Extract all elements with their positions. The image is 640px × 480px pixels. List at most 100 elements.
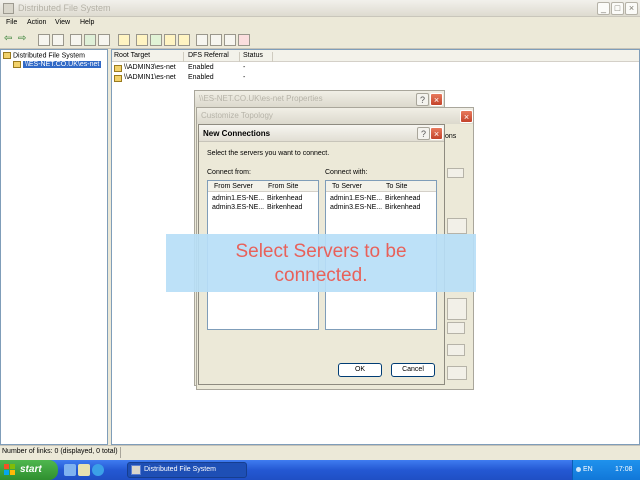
dialog-title: New Connections — [203, 129, 271, 138]
dialog-instruction: Select the servers you want to connect. — [207, 150, 330, 157]
tray-chevron-icon[interactable] — [576, 467, 581, 472]
row-target: \\ADMIN3\es-net — [124, 64, 176, 71]
new-link-icon[interactable] — [136, 34, 148, 46]
properties-titlebar: \\ES-NET.CO.UK\es-net Properties — [195, 91, 444, 107]
from-site-cell: Birkenhead — [267, 195, 303, 202]
internet-explorer-icon[interactable] — [92, 464, 104, 476]
forward-arrow-icon[interactable]: ⇨ — [18, 34, 30, 46]
task-label: Distributed File System — [144, 466, 216, 473]
topology-button[interactable] — [447, 218, 467, 234]
topology-button[interactable] — [447, 322, 465, 334]
replication-icon[interactable] — [196, 34, 208, 46]
to-server-cell[interactable]: admin3.ES-NE... — [330, 204, 382, 211]
show-link-icon[interactable] — [178, 34, 190, 46]
to-server-cell[interactable]: admin1.ES-NE... — [330, 195, 382, 202]
toolbar: ⇦ ⇨ — [0, 31, 640, 49]
close-icon[interactable]: × — [430, 127, 443, 140]
share-folder-icon — [114, 65, 122, 72]
windows-flag-icon — [4, 464, 16, 476]
tree-item-root[interactable]: Distributed File System — [3, 52, 85, 59]
tree-child-label: \\ES-NET.CO.UK\es-net — [23, 61, 102, 69]
show-desktop-icon[interactable] — [64, 464, 76, 476]
topology-titlebar: Customize Topology — [197, 108, 473, 124]
start-button[interactable]: start — [0, 460, 58, 480]
from-site-cell: Birkenhead — [267, 204, 303, 211]
cancel-button[interactable]: Cancel — [391, 363, 435, 377]
table-row[interactable]: \\ADMIN3\es-net Enabled - — [112, 63, 639, 73]
status-bar: Number of links: 0 (displayed, 0 total) — [0, 445, 640, 458]
explorer-icon[interactable] — [78, 464, 90, 476]
row-target: \\ADMIN1\es-net — [124, 74, 176, 81]
column-from-server[interactable]: From Server — [214, 183, 253, 190]
row-status: - — [243, 74, 246, 81]
topology-close-icon[interactable]: × — [460, 110, 473, 123]
to-site-cell: Birkenhead — [385, 195, 421, 202]
tree-root-label: Distributed File System — [13, 52, 85, 60]
properties-title: \\ES-NET.CO.UK\es-net Properties — [199, 94, 323, 103]
properties-close-icon[interactable]: × — [430, 93, 443, 106]
show-hide-tree-icon[interactable] — [38, 34, 50, 46]
menu-file[interactable]: File — [6, 19, 17, 26]
table-row[interactable]: \\ADMIN1\es-net Enabled - — [112, 73, 639, 83]
dfs-root-icon — [13, 61, 21, 68]
column-to-server[interactable]: To Server — [332, 183, 362, 190]
status-divider — [120, 447, 121, 458]
from-server-cell[interactable]: admin3.ES-NE... — [212, 204, 264, 211]
column-dfs-referral[interactable]: DFS Referral — [188, 52, 240, 62]
new-target-icon[interactable] — [150, 34, 162, 46]
check-status-icon[interactable] — [210, 34, 222, 46]
close-icon[interactable]: × — [625, 2, 638, 15]
connect-with-header: To Server To Site — [326, 181, 436, 192]
help-icon[interactable]: ? — [417, 127, 430, 140]
dfs-folder-icon — [3, 52, 11, 59]
column-from-site[interactable]: From Site — [268, 183, 298, 190]
instruction-overlay: Select Servers to be connected. — [166, 234, 476, 292]
taskbar-item-dfs[interactable]: Distributed File System — [127, 462, 247, 478]
overlay-line-1: Select Servers to be — [235, 241, 407, 262]
menu-help[interactable]: Help — [80, 19, 94, 26]
tree-item-es-net[interactable]: \\ES-NET.CO.UK\es-net — [13, 61, 102, 69]
dialog-titlebar: New Connections — [199, 125, 444, 142]
start-label: start — [20, 464, 42, 475]
back-arrow-icon[interactable]: ⇦ — [4, 34, 16, 46]
clock[interactable]: 17:08 — [615, 466, 633, 473]
new-root-icon[interactable] — [118, 34, 130, 46]
minimize-icon[interactable]: _ — [597, 2, 610, 15]
topology-button[interactable] — [447, 298, 467, 320]
ok-button[interactable]: OK — [338, 363, 382, 377]
properties-help-icon[interactable]: ? — [416, 93, 429, 106]
remove-icon[interactable] — [238, 34, 250, 46]
main-window-titlebar: Distributed File System _ □ × — [0, 0, 640, 17]
row-referral: Enabled — [188, 64, 214, 71]
properties-icon[interactable] — [98, 34, 110, 46]
column-root-target[interactable]: Root Target — [114, 52, 184, 62]
to-site-cell: Birkenhead — [385, 204, 421, 211]
menu-view[interactable]: View — [55, 19, 70, 26]
dfs-app-icon — [3, 3, 14, 14]
column-to-site[interactable]: To Site — [386, 183, 407, 190]
topology-title: Customize Topology — [201, 111, 273, 120]
status-text: Number of links: 0 (displayed, 0 total) — [2, 448, 118, 455]
maximize-icon[interactable]: □ — [611, 2, 624, 15]
topology-button[interactable] — [447, 344, 465, 356]
row-status: - — [243, 64, 246, 71]
topology-partial-label: ons — [445, 133, 457, 140]
export-list-icon[interactable] — [84, 34, 96, 46]
console-tree: Distributed File System \\ES-NET.CO.UK\e… — [0, 49, 108, 445]
show-root-icon[interactable] — [164, 34, 176, 46]
overlay-line-2: connected. — [274, 265, 368, 286]
language-indicator[interactable]: EN — [583, 466, 593, 473]
system-tray: EN 17:08 — [572, 460, 640, 480]
menu-action[interactable]: Action — [27, 19, 46, 26]
from-server-cell[interactable]: admin1.ES-NE... — [212, 195, 264, 202]
delete-display-icon[interactable] — [224, 34, 236, 46]
column-status[interactable]: Status — [243, 52, 273, 62]
console-tree-icon[interactable] — [52, 34, 64, 46]
share-folder-icon — [114, 75, 122, 82]
window-title: Distributed File System — [18, 3, 111, 13]
topology-button[interactable] — [447, 366, 467, 380]
refresh-icon[interactable] — [70, 34, 82, 46]
topology-field[interactable] — [447, 168, 464, 178]
connect-from-label: Connect from: — [207, 169, 251, 176]
taskbar: start Distributed File System EN 17:08 — [0, 460, 640, 480]
